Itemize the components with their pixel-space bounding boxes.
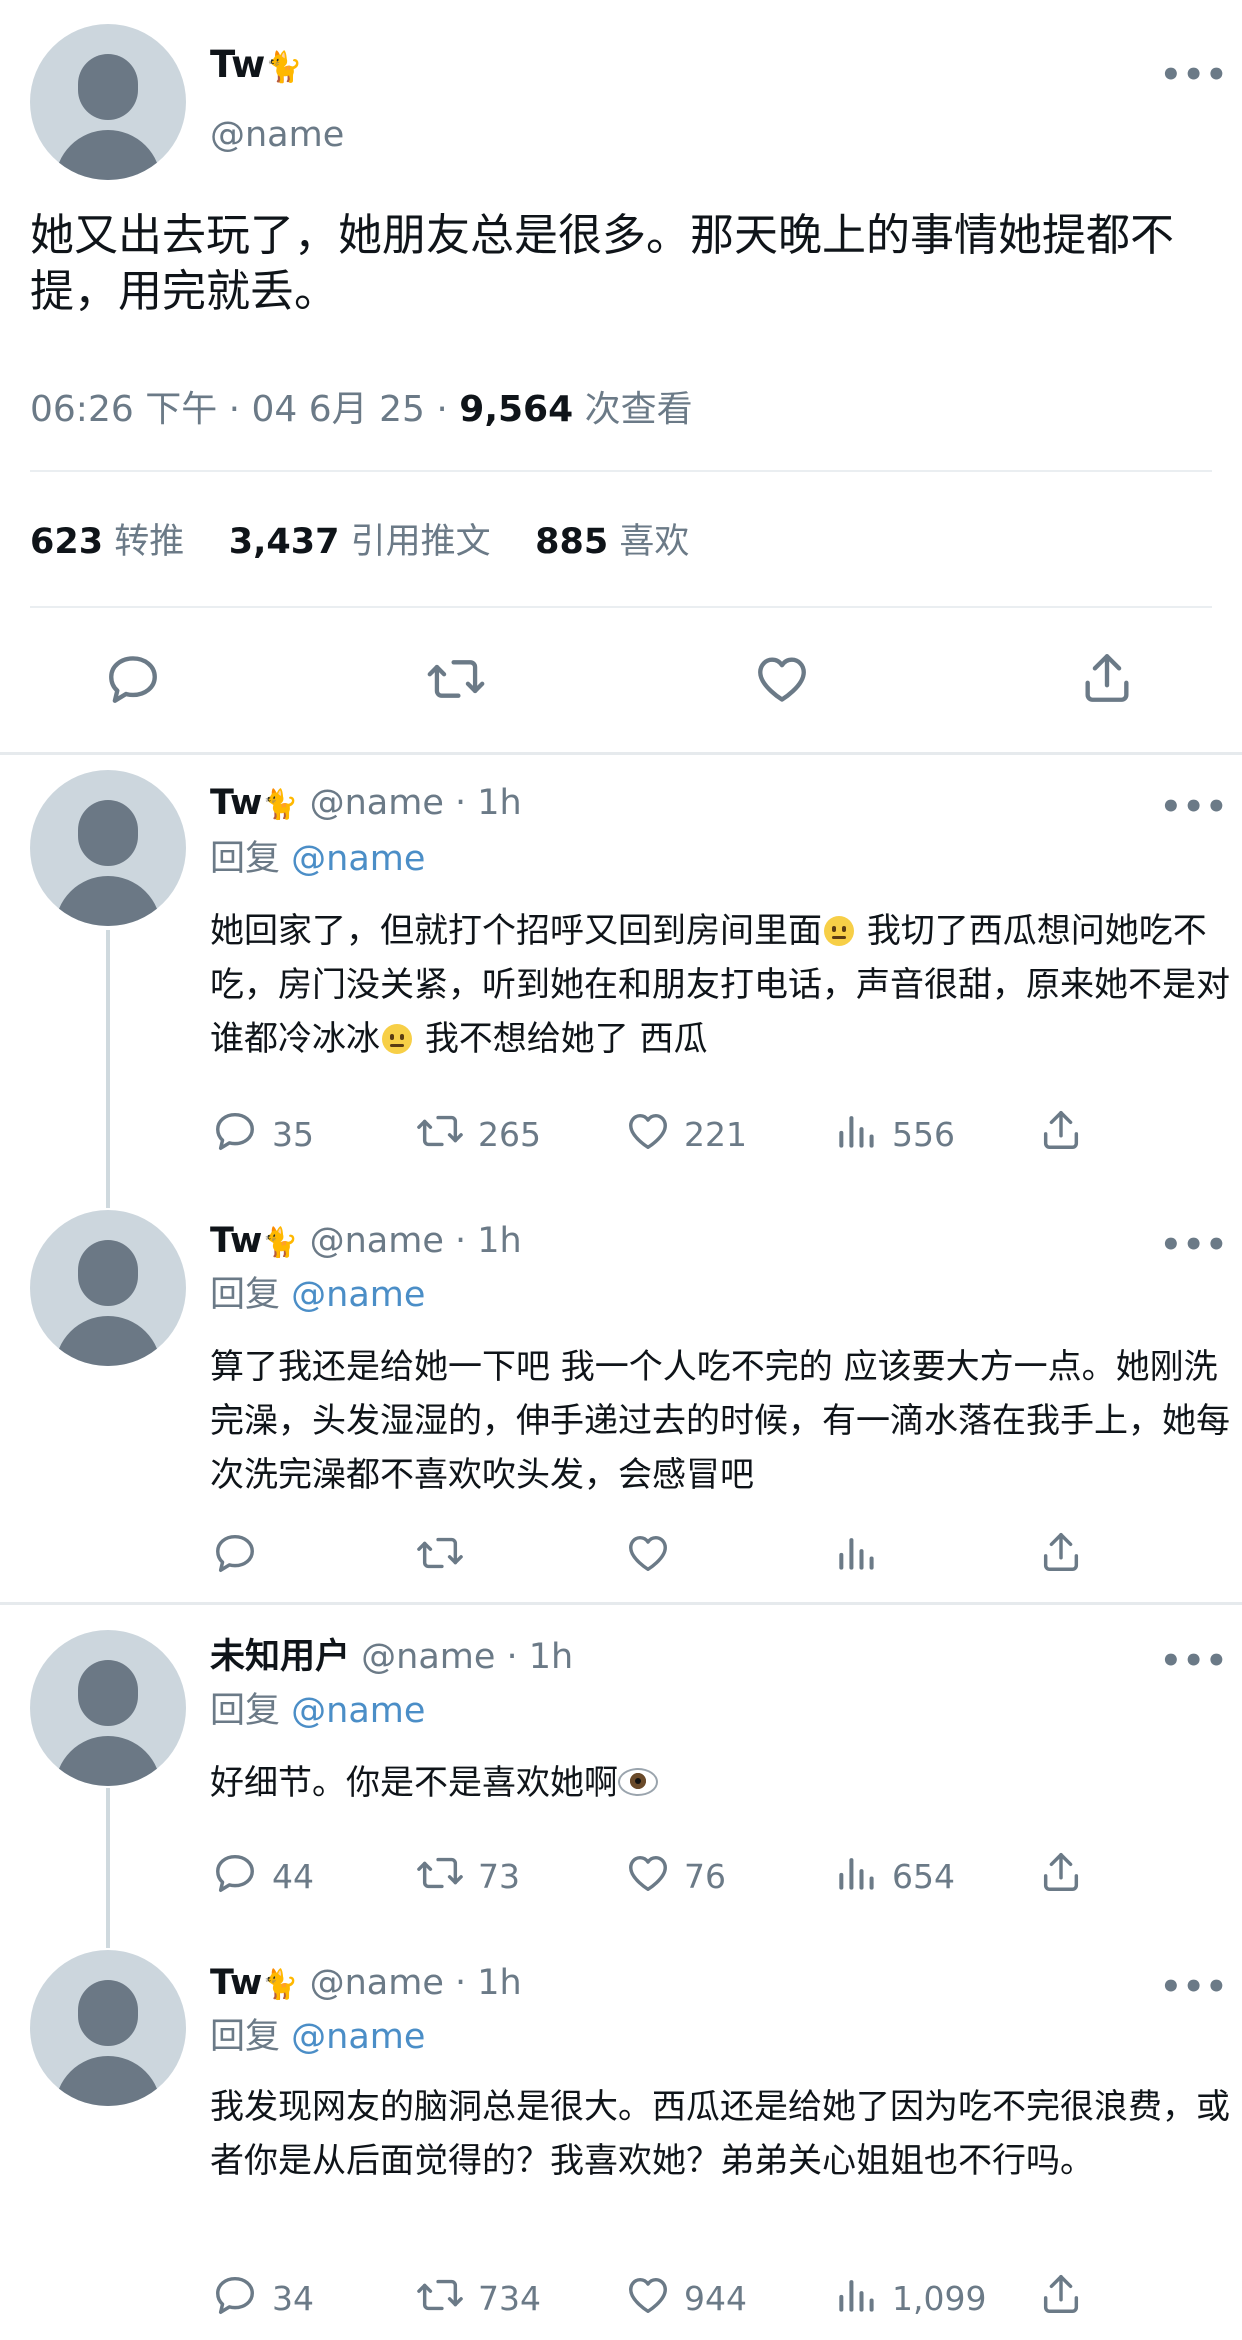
views-count: 9,564 bbox=[459, 389, 574, 430]
retweet-icon[interactable] bbox=[415, 1850, 465, 1896]
retweet-icon[interactable] bbox=[415, 1108, 465, 1154]
share-icon[interactable] bbox=[1078, 648, 1136, 708]
share-icon[interactable] bbox=[1038, 1106, 1084, 1154]
reply-count: 44 bbox=[272, 1857, 314, 1896]
eye-emoji bbox=[618, 1768, 658, 1796]
views-count: 654 bbox=[892, 1857, 955, 1896]
reply-icon[interactable] bbox=[212, 2272, 258, 2318]
like-count: 221 bbox=[684, 1115, 747, 1154]
share-icon[interactable] bbox=[1038, 1528, 1084, 1576]
like-icon[interactable] bbox=[624, 1850, 672, 1896]
share-icon[interactable] bbox=[1038, 1848, 1084, 1896]
author-display-name[interactable]: Tw🐈 bbox=[210, 46, 303, 83]
replying-to: 回复 @name bbox=[210, 2017, 426, 2057]
retweet-count: 73 bbox=[478, 1857, 520, 1896]
reply-to-link[interactable]: @name bbox=[291, 839, 425, 879]
reply-icon[interactable] bbox=[212, 1850, 258, 1896]
views-icon[interactable] bbox=[834, 1108, 878, 1154]
avatar[interactable] bbox=[30, 1950, 186, 2106]
reply-header: Tw🐈 @name · 1h bbox=[210, 1224, 522, 1259]
more-options-icon[interactable]: ••• bbox=[1160, 1644, 1228, 1678]
handle-time: @name · 1h bbox=[309, 1221, 522, 1261]
reply-to-link[interactable]: @name bbox=[291, 1275, 425, 1315]
author-display-name[interactable]: Tw🐈 bbox=[210, 783, 298, 823]
views-icon[interactable] bbox=[834, 1530, 878, 1576]
replying-to: 回复 @name bbox=[210, 1275, 426, 1315]
tweet-text: 她又出去玩了，她朋友总是很多。那天晚上的事情她提都不提，用完就丢。 bbox=[30, 210, 1174, 317]
reply-icon[interactable] bbox=[212, 1108, 258, 1154]
views-icon[interactable] bbox=[834, 2272, 878, 2318]
handle-time: @name · 1h bbox=[361, 1637, 574, 1677]
retweet-count: 265 bbox=[478, 1115, 541, 1154]
like-icon[interactable] bbox=[624, 1530, 672, 1576]
replying-to: 回复 @name bbox=[210, 1691, 426, 1731]
replying-to: 回复 @name bbox=[210, 839, 426, 879]
quotes-stat[interactable]: 3,437 引用推文 bbox=[229, 522, 491, 562]
retweets-stat[interactable]: 623 转推 bbox=[30, 522, 184, 562]
reply-count: 35 bbox=[272, 1115, 314, 1154]
like-count: 76 bbox=[684, 1857, 726, 1896]
more-options-icon[interactable]: ••• bbox=[1160, 58, 1228, 92]
retweet-icon[interactable] bbox=[415, 1530, 465, 1576]
author-display-name[interactable]: Tw🐈 bbox=[210, 1963, 298, 2003]
handle-time: @name · 1h bbox=[309, 783, 522, 823]
reply-header: Tw🐈 @name · 1h bbox=[210, 1966, 522, 2001]
more-options-icon[interactable]: ••• bbox=[1160, 1970, 1228, 2004]
share-icon[interactable] bbox=[1038, 2270, 1084, 2318]
tweet-stats: 623 转推 3,437 引用推文 885 喜欢 bbox=[30, 520, 689, 564]
reply-to-link[interactable]: @name bbox=[291, 2017, 425, 2057]
reply-header: 未知用户 @name · 1h bbox=[210, 1640, 573, 1675]
neutral-face-emoji bbox=[824, 916, 854, 946]
retweet-icon[interactable] bbox=[425, 650, 487, 708]
views-count: 556 bbox=[892, 1115, 955, 1154]
retweet-count: 734 bbox=[478, 2279, 541, 2318]
views-icon[interactable] bbox=[834, 1850, 878, 1896]
author-display-name[interactable]: Tw🐈 bbox=[210, 1221, 298, 1261]
reply-text: 好细节。你是不是喜欢她啊 bbox=[210, 1756, 1242, 1810]
reply-icon[interactable] bbox=[104, 650, 162, 708]
likes-stat[interactable]: 885 喜欢 bbox=[535, 522, 689, 562]
more-options-icon[interactable]: ••• bbox=[1160, 1228, 1228, 1262]
author-display-name[interactable]: 未知用户 bbox=[210, 1637, 350, 1677]
tweet-timestamp: 06:26 下午 · 04 6月 25 · 9,564 次查看 bbox=[30, 389, 693, 430]
reply-to-link[interactable]: @name bbox=[291, 1691, 425, 1731]
avatar[interactable] bbox=[30, 24, 186, 180]
retweet-icon[interactable] bbox=[415, 2272, 465, 2318]
avatar[interactable] bbox=[30, 770, 186, 926]
handle-time: @name · 1h bbox=[309, 1963, 522, 2003]
author-handle[interactable]: @name bbox=[210, 118, 344, 153]
like-icon[interactable] bbox=[624, 2272, 672, 2318]
reply-count: 34 bbox=[272, 2279, 314, 2318]
more-options-icon[interactable]: ••• bbox=[1160, 790, 1228, 824]
reply-header: Tw🐈 @name · 1h bbox=[210, 786, 522, 821]
avatar[interactable] bbox=[30, 1210, 186, 1366]
like-icon[interactable] bbox=[624, 1108, 672, 1154]
cat-emoji: 🐈 bbox=[262, 1967, 299, 2001]
reply-icon[interactable] bbox=[212, 1530, 258, 1576]
avatar[interactable] bbox=[30, 1630, 186, 1786]
cat-emoji: 🐈 bbox=[262, 787, 299, 821]
like-icon[interactable] bbox=[752, 650, 812, 708]
views-count: 1,099 bbox=[892, 2279, 987, 2318]
reply-text: 我发现网友的脑洞总是很大。西瓜还是给她了因为吃不完很浪费，或者你是从后面觉得的？… bbox=[210, 2087, 1230, 2181]
cat-emoji: 🐈 bbox=[262, 1225, 299, 1259]
neutral-face-emoji bbox=[382, 1024, 412, 1054]
cat-emoji: 🐈 bbox=[265, 50, 303, 85]
like-count: 944 bbox=[684, 2279, 747, 2318]
reply-text: 算了我还是给她一下吧 我一个人吃不完的 应该要大方一点。她刚洗完澡，头发湿湿的，… bbox=[210, 1347, 1230, 1495]
reply-text: 她回家了，但就打个招呼又回到房间里面 我切了西瓜想问她吃不吃，房门没关紧，听到她… bbox=[210, 911, 1230, 1059]
